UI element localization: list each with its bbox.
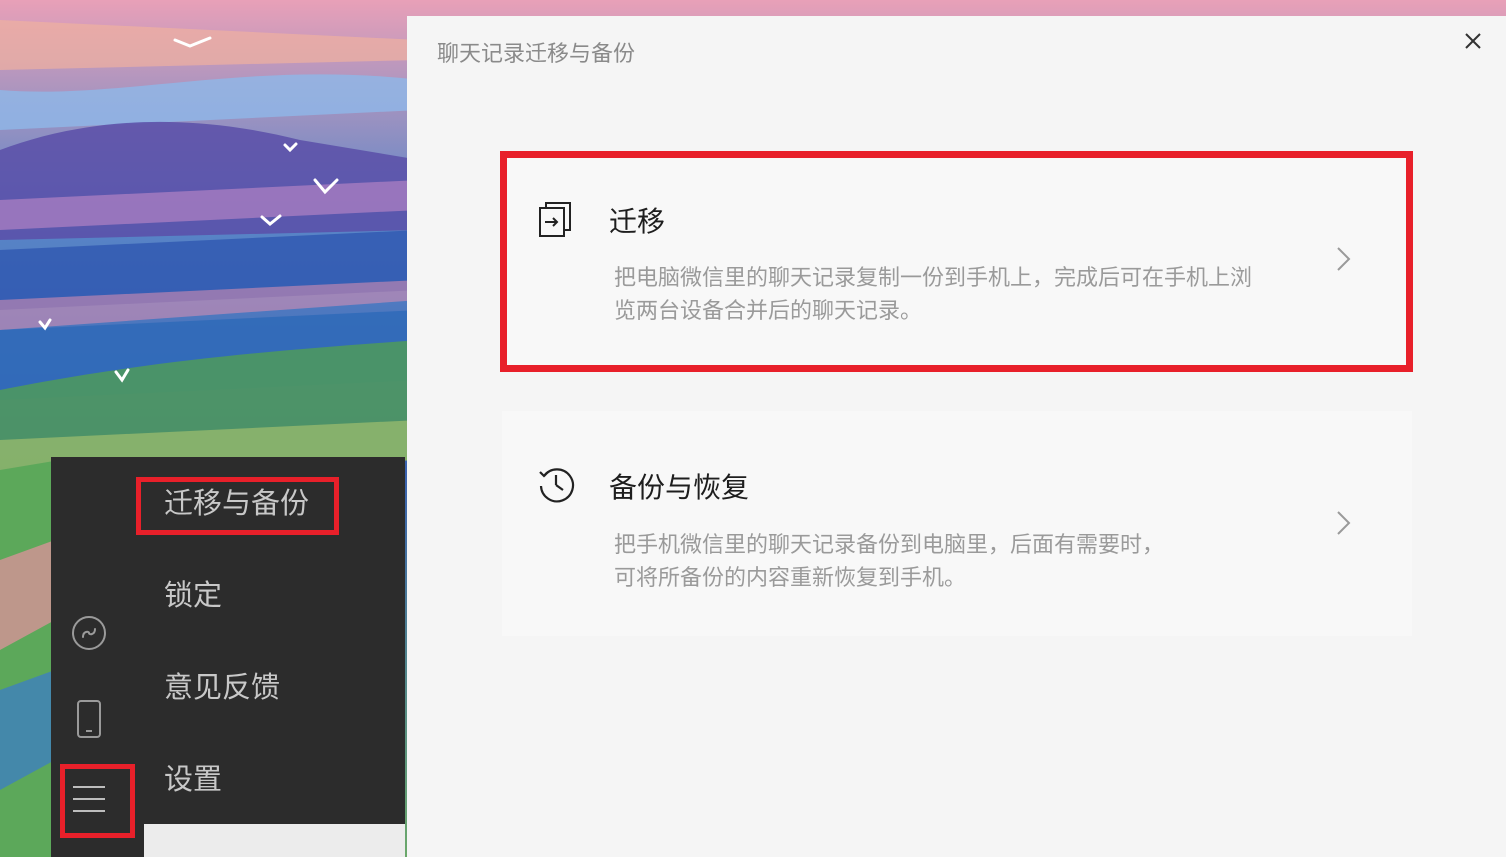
menu-item-settings[interactable]: 设置 bbox=[164, 759, 222, 799]
dialog-title: 聊天记录迁移与备份 bbox=[437, 42, 636, 67]
backup-restore-option-card[interactable]: 备份与恢复 把手机微信里的聊天记录备份到电脑里，后面有需要时， 可将所备份的内容… bbox=[502, 411, 1412, 636]
chat-history-dialog: 聊天记录迁移与备份 迁移 把电脑微信里的聊天记录复制一份到手机上，完成后可在手机… bbox=[407, 16, 1506, 857]
popup-footer bbox=[144, 824, 405, 857]
menu-item-feedback[interactable]: 意见反馈 bbox=[164, 667, 280, 707]
backup-restore-description: 把手机微信里的聊天记录备份到电脑里，后面有需要时， 可将所备份的内容重新恢复到手… bbox=[614, 529, 1324, 595]
close-icon bbox=[1465, 33, 1481, 49]
menu-item-lock[interactable]: 锁定 bbox=[164, 575, 222, 615]
migrate-highlight bbox=[500, 151, 1413, 372]
mini-program-icon[interactable] bbox=[71, 615, 107, 651]
backup-desc-line: 可将所备份的内容重新恢复到手机。 bbox=[614, 566, 967, 591]
phone-icon[interactable] bbox=[76, 699, 102, 739]
chevron-right-icon bbox=[1334, 508, 1354, 538]
history-icon bbox=[536, 464, 575, 503]
menu-item-highlight bbox=[136, 477, 339, 535]
backup-restore-title: 备份与恢复 bbox=[609, 471, 750, 504]
backup-desc-line: 把手机微信里的聊天记录备份到电脑里，后面有需要时， bbox=[614, 533, 1165, 558]
close-button[interactable] bbox=[1458, 26, 1488, 56]
menu-button-highlight bbox=[60, 764, 135, 838]
